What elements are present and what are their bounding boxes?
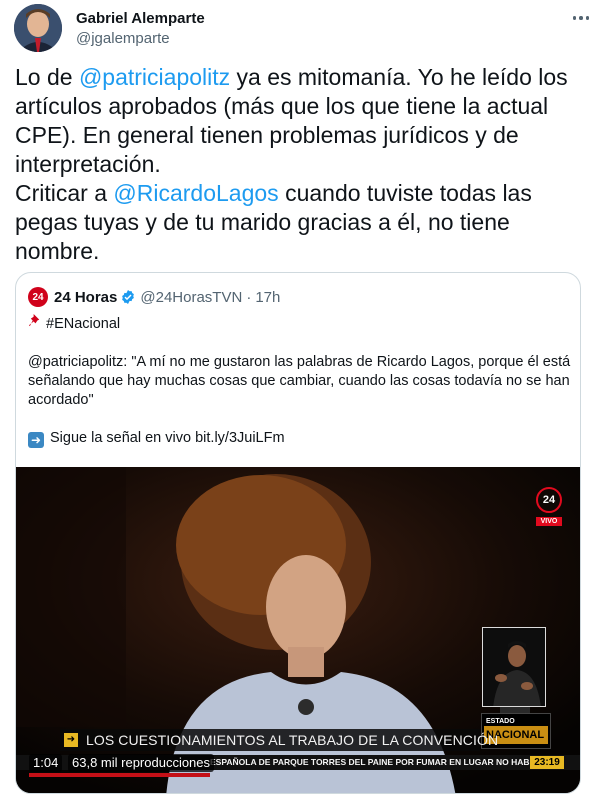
chevron-right-icon: ➜ — [64, 733, 78, 747]
pushpin-icon — [28, 313, 46, 333]
ticker-text: ESPAÑOLA DE PARQUE TORRES DEL PAINE POR … — [210, 757, 563, 767]
quoted-tweet-header: 24 24 Horas @24HorasTVN · 17h — [28, 287, 280, 307]
mention-link[interactable]: @RicardoLagos — [113, 180, 278, 206]
tweet-header: Gabriel Alemparte @jgalemparte — [14, 4, 594, 52]
video-view-count: 63,8 mil reproducciones — [68, 754, 215, 772]
mention-link[interactable]: @patriciapolitz — [79, 64, 230, 90]
quoted-timestamp[interactable]: 17h — [255, 289, 280, 306]
video-elapsed-time: 1:04 — [29, 754, 63, 772]
quoted-text: @patriciapolitz: "A mí no me gustaron la… — [28, 354, 571, 408]
more-horizontal-icon[interactable] — [568, 8, 594, 28]
hashtag-link[interactable]: #ENacional — [46, 316, 120, 332]
video-player[interactable]: 24 VIVO ESTADO NACIONAL ➜ LOS CUESTIONAM… — [16, 467, 580, 793]
author-name[interactable]: Gabriel Alemparte — [76, 10, 205, 27]
ticker-clock: 23:19 — [530, 756, 564, 769]
separator-dot: · — [246, 288, 252, 306]
video-progress-bar[interactable] — [29, 773, 210, 777]
hashtag-line: #ENacional — [28, 313, 573, 334]
quoted-author-name[interactable]: 24 Horas — [54, 289, 117, 306]
quoted-author-handle[interactable]: @24HorasTVN — [140, 289, 242, 306]
sign-language-inset — [482, 627, 546, 707]
channel-logo: 24 — [536, 487, 562, 513]
text-segment: Criticar a — [15, 180, 114, 206]
headline-bar: ➜ LOS CUESTIONAMIENTOS AL TRABAJO DE LA … — [60, 729, 498, 751]
external-link[interactable]: bit.ly/3JuiLFm — [195, 430, 284, 446]
link-prefix: Sigue la señal en vivo — [50, 430, 192, 446]
headline-text: LOS CUESTIONAMIENTOS AL TRABAJO DE LA CO… — [86, 732, 499, 748]
author-avatar[interactable] — [14, 4, 62, 52]
author-handle[interactable]: @jgalemparte — [76, 30, 170, 47]
live-badge: VIVO — [536, 517, 562, 526]
quoted-tweet-body: #ENacional @patriciapolitz: "A mí no me … — [28, 313, 573, 448]
text-segment: Lo de — [15, 64, 79, 90]
program-badge-top: ESTADO — [486, 718, 515, 725]
tweet-text: Lo de @patriciapolitz ya es mitomanía. Y… — [15, 63, 590, 266]
verified-badge-icon — [122, 290, 135, 304]
quoted-tweet[interactable]: 24 24 Horas @24HorasTVN · 17h #ENacional… — [15, 272, 581, 794]
link-line: ➜ Sigue la señal en vivo bit.ly/3JuiLFm — [28, 429, 573, 448]
quoted-avatar[interactable]: 24 — [28, 287, 48, 307]
right-arrow-icon: ➜ — [28, 432, 44, 448]
